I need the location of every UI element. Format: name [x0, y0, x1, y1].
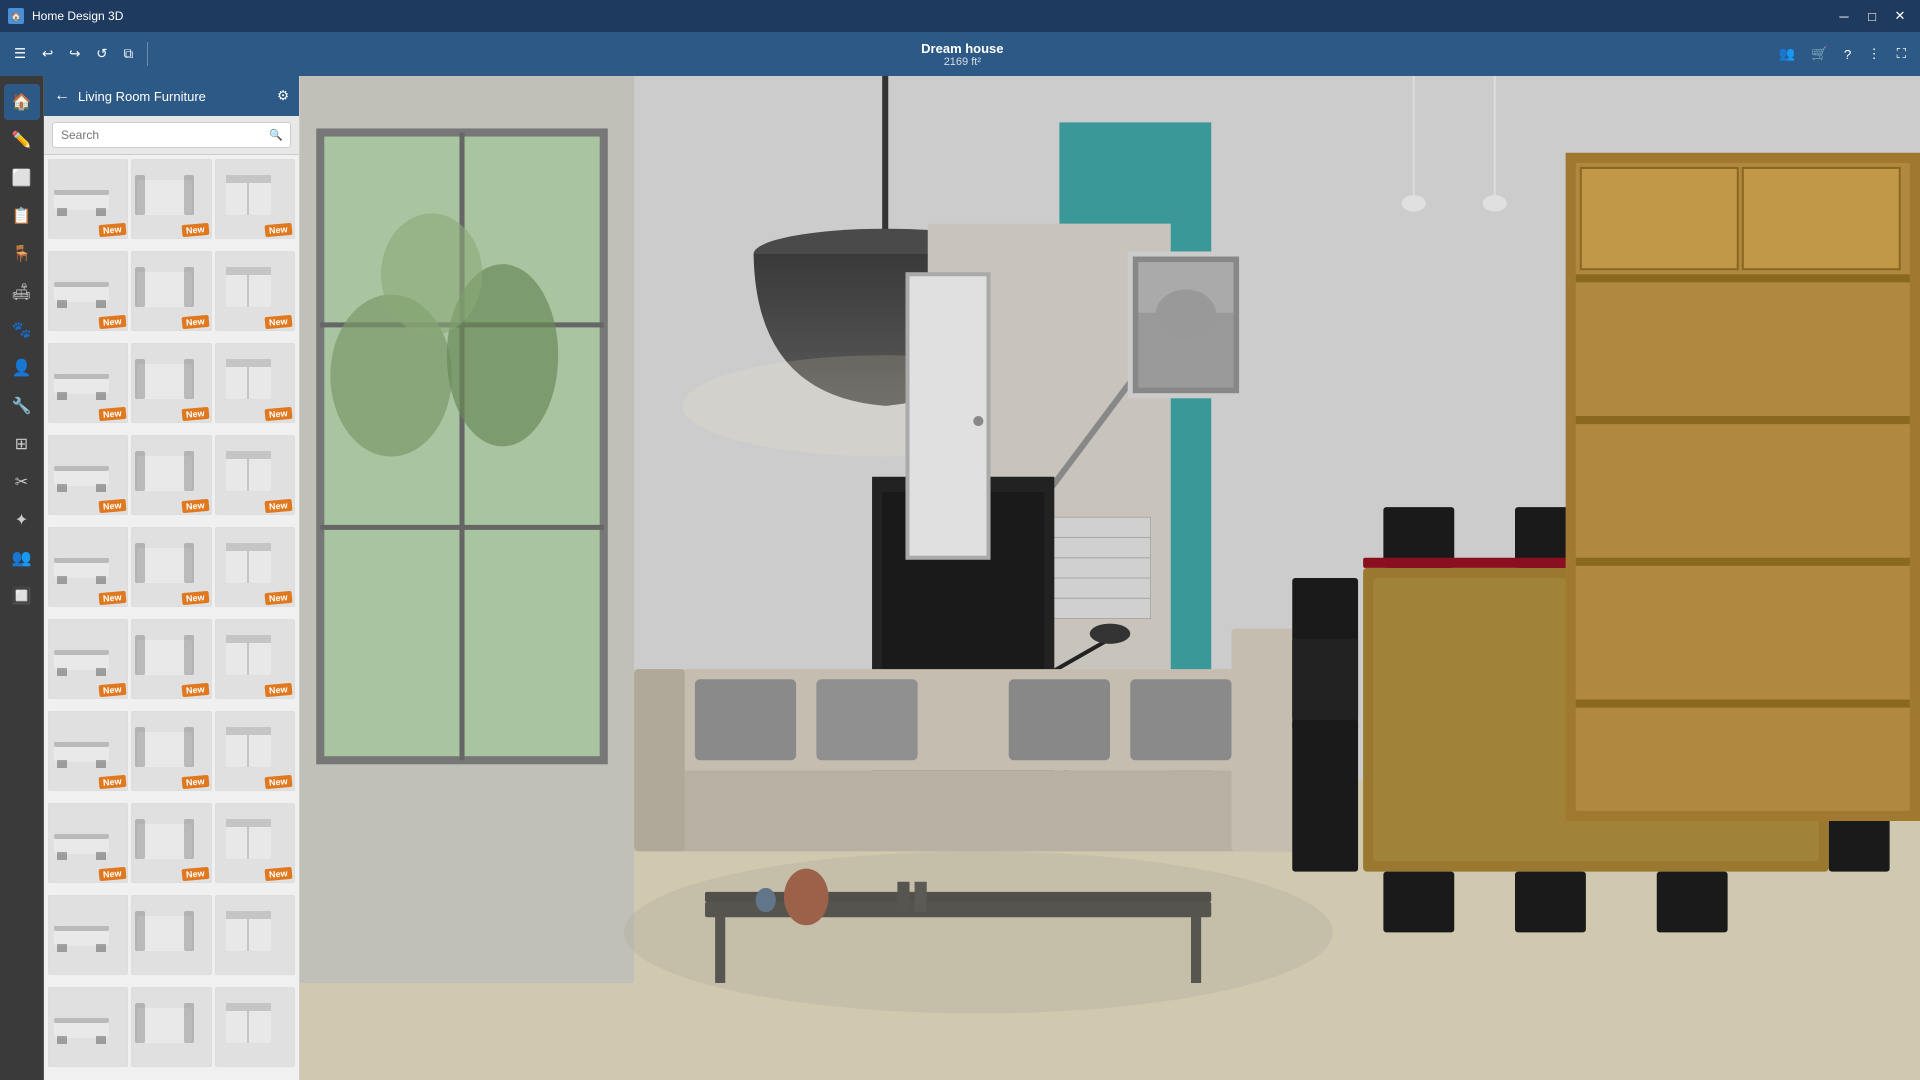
icon-star[interactable]: ✦ — [4, 502, 40, 538]
icon-edit[interactable]: ✏️ — [4, 122, 40, 158]
furniture-item[interactable] — [131, 895, 211, 975]
furniture-item[interactable]: New — [131, 803, 211, 883]
refresh-button[interactable]: ↺ — [90, 42, 113, 66]
furniture-item[interactable]: New — [48, 343, 128, 423]
furniture-item[interactable]: New — [131, 435, 211, 515]
search-bar — [44, 116, 299, 155]
panel-header: ← Living Room Furniture ⚙ — [44, 76, 299, 116]
furniture-item[interactable]: New — [215, 251, 295, 331]
furniture-item[interactable]: New — [215, 711, 295, 791]
furniture-item[interactable]: New — [215, 159, 295, 239]
toolbar-separator — [147, 42, 148, 66]
furniture-item[interactable]: New — [215, 343, 295, 423]
main-toolbar: ☰ ↩ ↪ ↺ ⧉ Dream house 2169 ft² 👥 🛒 ? ⋮ ⛶ — [0, 32, 1920, 76]
icon-scissors[interactable]: ✂ — [4, 464, 40, 500]
furniture-item[interactable]: New — [215, 435, 295, 515]
furniture-item[interactable]: New — [131, 343, 211, 423]
furniture-item[interactable]: New — [215, 527, 295, 607]
main-content: 🏠 ✏️ ⬜ 📋 🪑 🛋 🐾 👤 🔧 ⊞ ✂ ✦ 👥 🔲 ← Living Ro… — [0, 76, 1920, 1080]
window-controls[interactable]: ─ □ ✕ — [1832, 4, 1912, 28]
furniture-item[interactable] — [48, 987, 128, 1067]
furniture-item[interactable]: New — [48, 251, 128, 331]
icon-grid[interactable]: ⊞ — [4, 426, 40, 462]
clipboard-button[interactable]: ⧉ — [117, 42, 139, 66]
furniture-item[interactable]: New — [48, 619, 128, 699]
help-button[interactable]: ? — [1838, 43, 1857, 66]
furniture-item[interactable] — [131, 987, 211, 1067]
toolbar-right: 👥 🛒 ? ⋮ ⛶ — [1773, 42, 1912, 66]
search-wrap — [52, 122, 291, 148]
app-name: Home Design 3D — [32, 9, 123, 23]
furniture-grid: NewNewNewNewNewNewNewNewNewNewNewNewNewN… — [44, 155, 299, 1080]
furniture-thumbnail — [49, 988, 127, 1066]
icon-room[interactable]: ⬜ — [4, 160, 40, 196]
search-input[interactable] — [52, 122, 291, 148]
furniture-item[interactable] — [215, 895, 295, 975]
maximize-button[interactable]: □ — [1860, 4, 1884, 28]
panel-title: Living Room Furniture — [78, 89, 206, 104]
icon-home[interactable]: 🏠 — [4, 84, 40, 120]
icon-people[interactable]: 👥 — [4, 540, 40, 576]
app-icon: 🏠 — [8, 8, 24, 24]
furniture-thumbnail — [132, 988, 210, 1066]
icon-person[interactable]: 👤 — [4, 350, 40, 386]
undo-button[interactable]: ↩ — [36, 42, 59, 66]
furniture-item[interactable]: New — [131, 619, 211, 699]
settings-icon[interactable]: ⚙ — [277, 88, 289, 104]
furniture-thumbnail — [216, 896, 294, 974]
icon-tools[interactable]: 🔧 — [4, 388, 40, 424]
project-info: Dream house 2169 ft² — [156, 41, 1769, 68]
close-button[interactable]: ✕ — [1888, 4, 1912, 28]
furniture-item[interactable]: New — [48, 435, 128, 515]
icon-sofa[interactable]: 🛋 — [4, 274, 40, 310]
furniture-item[interactable]: New — [131, 711, 211, 791]
project-title: Dream house — [156, 41, 1769, 56]
furniture-panel: ← Living Room Furniture ⚙ NewNewNewNewNe… — [44, 76, 300, 1080]
expand-button[interactable]: ⛶ — [1891, 42, 1912, 66]
furniture-thumbnail — [216, 988, 294, 1066]
furniture-item[interactable]: New — [131, 527, 211, 607]
scene-svg — [300, 76, 1920, 1080]
title-left: 🏠 Home Design 3D — [8, 8, 123, 24]
users-button[interactable]: 👥 — [1773, 42, 1802, 66]
furniture-item[interactable]: New — [48, 527, 128, 607]
minimize-button[interactable]: ─ — [1832, 4, 1856, 28]
icon-pets[interactable]: 🐾 — [4, 312, 40, 348]
icon-furniture[interactable]: 🪑 — [4, 236, 40, 272]
furniture-item[interactable]: New — [48, 803, 128, 883]
icon-panel: 🏠 ✏️ ⬜ 📋 🪑 🛋 🐾 👤 🔧 ⊞ ✂ ✦ 👥 🔲 — [0, 76, 44, 1080]
furniture-item[interactable]: New — [48, 159, 128, 239]
furniture-item[interactable] — [48, 895, 128, 975]
hamburger-menu-button[interactable]: ☰ — [8, 42, 32, 66]
furniture-thumbnail — [49, 896, 127, 974]
back-button[interactable]: ← — [54, 87, 70, 105]
furniture-item[interactable]: New — [215, 619, 295, 699]
furniture-item[interactable]: New — [131, 251, 211, 331]
icon-layout[interactable]: 🔲 — [4, 578, 40, 614]
icon-clipboard[interactable]: 📋 — [4, 198, 40, 234]
furniture-item[interactable]: New — [215, 803, 295, 883]
furniture-item[interactable]: New — [48, 711, 128, 791]
cart-button[interactable]: 🛒 — [1805, 42, 1834, 66]
more-menu-button[interactable]: ⋮ — [1861, 42, 1886, 66]
furniture-thumbnail — [132, 896, 210, 974]
redo-button[interactable]: ↪ — [63, 42, 86, 66]
title-bar: 🏠 Home Design 3D ─ □ ✕ — [0, 0, 1920, 32]
project-size: 2169 ft² — [156, 56, 1769, 68]
furniture-item[interactable]: New — [131, 159, 211, 239]
3d-viewport[interactable]: ◱ Tool ⬜ Room ▯ Wall 🏛 Architecture 🪑 Ob… — [300, 76, 1920, 1080]
furniture-item[interactable] — [215, 987, 295, 1067]
